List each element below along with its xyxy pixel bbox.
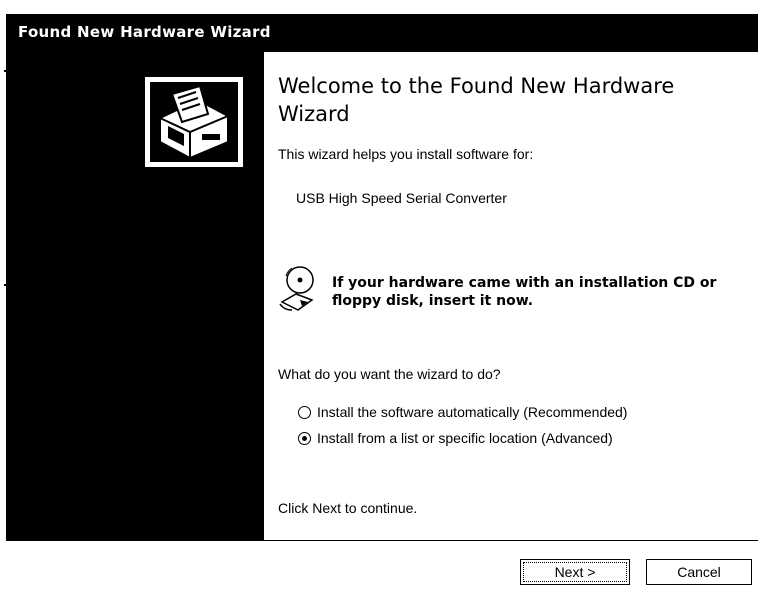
content-panel: Welcome to the Found New Hardware Wizard… <box>264 52 758 540</box>
intro-text: This wizard helps you install software f… <box>278 146 534 162</box>
option-label: Install from a list or specific location… <box>317 430 613 446</box>
button-bar: Next > Cancel <box>6 540 758 605</box>
title-bar[interactable]: Found New Hardware Wizard <box>6 14 758 52</box>
next-button[interactable]: Next > <box>520 559 630 585</box>
radio-button[interactable] <box>298 405 311 419</box>
device-name: USB High Speed Serial Converter <box>296 190 507 206</box>
option-label: Install the software automatically (Reco… <box>317 404 628 420</box>
question-text: What do you want the wizard to do? <box>278 366 501 382</box>
cancel-button-label: Cancel <box>677 564 721 580</box>
option-install-automatically[interactable]: Install the software automatically (Reco… <box>298 402 627 422</box>
continue-hint: Click Next to continue. <box>278 500 418 516</box>
page-title: Welcome to the Found New Hardware Wizard <box>278 74 675 126</box>
wizard-sidebar <box>6 52 264 540</box>
cd-floppy-icon <box>279 266 314 311</box>
window-title: Found New Hardware Wizard <box>18 23 271 41</box>
focus-ring <box>523 562 627 582</box>
cancel-button[interactable]: Cancel <box>646 559 752 585</box>
cd-message: If your hardware came with an installati… <box>332 275 717 309</box>
hardware-wizard-icon <box>143 75 245 169</box>
option-install-from-list[interactable]: Install from a list or specific location… <box>298 428 613 448</box>
radio-button-selected[interactable] <box>298 431 311 445</box>
